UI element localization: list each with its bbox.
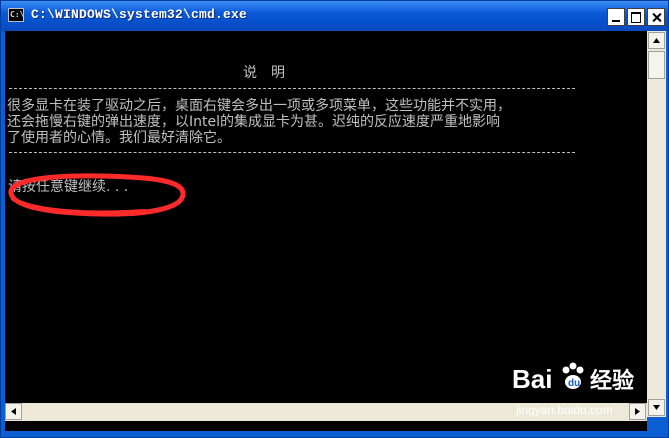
watermark-brand: Bai [512,364,552,394]
window-title: C:\WINDOWS\system32\cmd.exe [31,7,248,22]
scroll-left-button[interactable] [5,403,22,420]
console-line-1: 很多显卡在装了驱动之后，桌面右键会多出一项或多项菜单，这些功能并不实用， [7,98,511,114]
red-annotation-circle [8,173,186,217]
console-app-icon[interactable]: C:\ [8,8,24,22]
watermark-product: 经验 [590,368,634,394]
maximize-button[interactable] [627,8,645,26]
scroll-up-button[interactable] [648,32,665,49]
scroll-right-button[interactable] [629,403,646,420]
separator-line-top [9,88,575,89]
minimize-button[interactable] [607,8,625,26]
watermark-brand2: du [568,378,580,389]
baidu-jingyan-watermark: Bai du 经验 [512,362,634,394]
separator-line-bottom [9,152,575,153]
title-bar[interactable]: C:\ C:\WINDOWS\system32\cmd.exe [1,1,668,31]
console-heading: 说明 [243,65,299,81]
arrow-down-icon [653,405,660,410]
close-button[interactable] [647,8,665,26]
arrow-up-icon [653,38,660,43]
console-line-3: 了使用者的心情。我们最好清除它。 [7,130,231,146]
arrow-left-icon [11,408,16,415]
console-line-2: 还会拖慢右键的弹出速度，以Intel的集成显卡为甚。迟纯的反应速度严重地影响 [7,114,500,130]
watermark-url: jingyan.baidu.com [516,403,613,417]
paw-icon: du [562,362,584,389]
arrow-right-icon [635,408,640,415]
vertical-scroll-thumb[interactable] [648,51,665,79]
